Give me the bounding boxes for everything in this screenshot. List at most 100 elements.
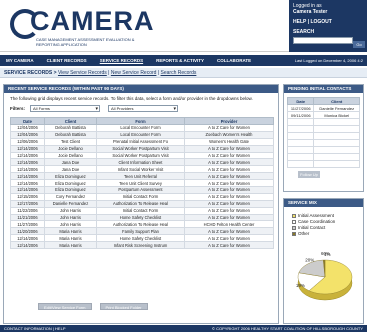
table-row[interactable]: 12/14/2006 Eliza Dominguez Teen Unit Refer… — [10, 172, 274, 181]
table-cell: Authorization To Release Heal — [96, 199, 185, 208]
pending-cell — [313, 160, 360, 168]
pending-row — [286, 160, 360, 168]
legend-swatch — [292, 226, 296, 230]
breadcrumb-view-records[interactable]: View Service Records — [58, 70, 107, 76]
form-filter-select[interactable]: All Forms — [30, 105, 101, 112]
table-cell: 12/14/2006 — [10, 234, 45, 243]
table-row[interactable]: 12/14/2006 Jocie Dellano Social Worker Pos… — [10, 151, 274, 160]
col-provider[interactable]: Provider — [184, 117, 274, 125]
table-row[interactable]: 12/14/2006 Maria Harris Infant Risk Screen… — [10, 241, 274, 250]
pending-cell — [286, 139, 315, 147]
table-cell: 12/17/2006 — [10, 199, 45, 208]
nav-client-records[interactable]: CLIENT RECORDS — [47, 58, 87, 63]
table-cell: HCHD Felton Health Center — [184, 220, 274, 229]
pending-row[interactable]: 09/11/2006 Monica Bickel — [286, 111, 360, 119]
breadcrumb-search-records[interactable]: Search Records — [161, 70, 197, 76]
footer: CONTACT INFORMATION | HELP © COPYRIGHT 2… — [0, 325, 367, 332]
pending-cell — [286, 160, 315, 168]
pie-data-label: 1% — [324, 252, 331, 257]
table-cell: Initial Contact Form — [96, 206, 185, 215]
table-row[interactable]: 12/04/2006 Deborah Battista Local Encounte… — [10, 130, 274, 139]
pending-cell — [313, 146, 360, 154]
help-link[interactable]: HELP — [293, 19, 306, 25]
logout-link[interactable]: LOGOUT — [310, 19, 331, 25]
table-cell: 12/04/2006 — [10, 124, 45, 132]
pending-cell: Monica Bickel — [313, 111, 360, 119]
table-cell: Jocie Dellano — [44, 151, 97, 160]
table-cell: Jana Doe — [44, 158, 97, 167]
table-row[interactable]: 12/06/2006 Test Client Prenatal Initial As… — [10, 137, 274, 146]
table-cell: A to Z Care for Women — [184, 241, 274, 250]
print-folder-button[interactable]: Print Blocked Folder — [99, 303, 148, 310]
table-cell: 12/14/2006 — [10, 165, 45, 174]
legend-swatch — [292, 214, 296, 218]
filters-row: Filters: All Forms All Providers — [4, 102, 278, 115]
table-cell: Jocie Dellano — [44, 144, 97, 153]
table-row[interactable]: 11/20/2006 Maria Harris Family Support Pla… — [10, 227, 274, 236]
pending-cell: 11/27/2006 — [286, 104, 315, 112]
edit-view-button[interactable]: Edit/View Service Form — [38, 303, 92, 310]
table-row[interactable]: 11/21/2006 John Harris Home Safety Checkli… — [10, 213, 274, 222]
table-cell: Zoebach Women's Health — [184, 130, 274, 139]
table-cell: Local Encounter Form — [96, 130, 185, 139]
follow-up-button[interactable]: Follow Up — [298, 171, 320, 178]
pending-row — [286, 132, 360, 140]
filters-label: Filters: — [10, 106, 26, 111]
breadcrumb-new-record[interactable]: New Service Record — [111, 70, 157, 76]
provider-filter-select[interactable]: All Providers — [108, 105, 179, 112]
table-row[interactable]: 11/27/2006 John Harris Authorization To Re… — [10, 220, 274, 229]
pending-cell — [286, 146, 315, 154]
pending-col-client: Client — [313, 97, 360, 105]
pending-cell — [313, 118, 360, 126]
table-cell: John Harris — [44, 220, 97, 229]
pending-contacts-panel: PENDING INITIAL CONTACTS Date Client 11/… — [283, 84, 364, 192]
nav-reports-activity[interactable]: REPORTS & ACTIVITY — [156, 58, 204, 63]
pending-cell — [286, 125, 315, 133]
service-mix-title: SERVICE MIX — [284, 199, 363, 207]
col-client[interactable]: Client — [44, 117, 97, 125]
col-date[interactable]: Date — [10, 117, 45, 125]
table-row[interactable]: 12/14/2006 Jana Doe Infant Social Worker V… — [10, 165, 274, 174]
table-row[interactable]: 12/14/2006 Maria Harris Home Safety Checkl… — [10, 234, 274, 243]
logo-subtitle: CASE MANAGEMENT ASSESSMENT EVALUATION & … — [36, 37, 135, 47]
search-go-button[interactable]: Go — [353, 41, 365, 48]
table-cell: A to Z Care for Women — [184, 206, 274, 215]
table-row[interactable]: 12/17/2006 Danielle Fernandez Authorizatio… — [10, 199, 274, 208]
nav-my-camera[interactable]: MY CAMERA — [6, 58, 34, 63]
table-cell: Maria Harris — [44, 227, 97, 236]
table-cell: A to Z Care for Women — [184, 124, 274, 132]
pending-col-date: Date — [286, 97, 315, 105]
table-row[interactable]: 12/14/2006 Eliza Dominguez Teen Unit Clien… — [10, 179, 274, 188]
table-row[interactable]: 12/04/2006 Deborah Battista Local Encounte… — [10, 124, 274, 132]
user-name: Camera Tester — [293, 9, 328, 15]
table-row[interactable]: 12/14/2006 Jana Doe Client Information She… — [10, 158, 274, 167]
pie-data-label: 19% — [296, 283, 305, 288]
pending-cell — [313, 125, 360, 133]
pending-row — [286, 146, 360, 154]
table-cell: A to Z Care for Women — [184, 158, 274, 167]
table-cell: Cory Fernandez — [44, 192, 97, 201]
recent-records-title: RECENT SERVICE RECORDS (WITHIN PAST 90 D… — [4, 85, 278, 93]
table-cell: 12/14/2006 — [10, 158, 45, 167]
table-cell: 12/14/2006 — [10, 172, 45, 181]
table-cell: John Harris — [44, 213, 97, 222]
pending-cell — [286, 118, 315, 126]
search-input[interactable] — [293, 37, 353, 44]
col-form[interactable]: Form — [96, 117, 185, 125]
pending-table: Date Client 11/27/2006 Danielle Fernandez… — [286, 97, 360, 168]
table-cell: Authorization To Release Heal — [96, 220, 185, 229]
table-row[interactable]: 12/15/2006 Cory Fernandez Initial Contact … — [10, 192, 274, 201]
table-row[interactable]: 11/22/2006 John Harris Initial Contact For… — [10, 206, 274, 215]
table-cell: 12/06/2006 — [10, 137, 45, 146]
nav-service-records[interactable]: SERVICE RECORDS — [100, 58, 143, 63]
footer-links[interactable]: CONTACT INFORMATION | HELP — [4, 325, 66, 332]
table-row[interactable]: 12/14/2006 Jocie Dellano Social Worker Pos… — [10, 144, 274, 153]
pending-row[interactable]: 11/27/2006 Danielle Fernandez — [286, 104, 360, 112]
table-cell: Danielle Fernandez — [44, 199, 97, 208]
header: CAMERA CASE MANAGEMENT ASSESSMENT EVALUA… — [0, 0, 367, 52]
table-row[interactable]: 12/14/2006 Eliza Dominguez Postpartum Asse… — [10, 186, 274, 194]
nav-collaborate[interactable]: COLLABORATE — [217, 58, 251, 63]
table-cell: Eliza Dominguez — [44, 179, 97, 188]
table-cell: Test Client — [44, 137, 97, 146]
table-cell: John Harris — [44, 206, 97, 215]
